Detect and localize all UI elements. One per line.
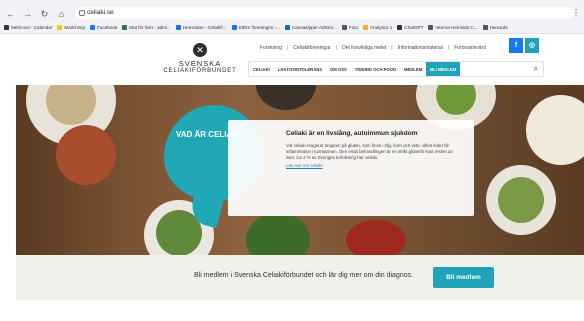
site-info-icon[interactable] [79, 10, 85, 16]
logo-line-1: SVENSKA [178, 59, 222, 68]
bookmark-favicon-icon [90, 25, 96, 30]
bookmarks-bar: Metricool - Calendar Mailchimp Facebook Mat… [0, 22, 584, 33]
herb-decoration [246, 213, 310, 255]
top-link-separator: | [335, 45, 338, 51]
card-text: Vid celiaki reagerar kroppen på gluten, … [286, 143, 453, 160]
search-icon[interactable]: ⌕ [534, 64, 538, 74]
bookmark-favicon-icon [363, 25, 369, 30]
top-link-separator: | [391, 45, 393, 51]
logo-cutlery-icon: ✕ [193, 43, 207, 57]
bookmark-label: Mailchimp [64, 25, 86, 30]
bookmark-item[interactable]: Sthlm föreningen -... [231, 25, 280, 30]
bookmark-favicon-icon [284, 25, 290, 30]
address-bar[interactable]: celiaki.se [75, 7, 575, 19]
hero-info-card: Celiaki är en livslång, autoimmun sjukdo… [228, 120, 474, 216]
top-link[interactable]: Informationsmaterial [398, 45, 443, 51]
main-nav: CELIAKI LAKTOSINTOLERANS OM OSS TIDNING OCH… [248, 61, 544, 77]
instagram-icon[interactable]: ◎ [525, 38, 539, 53]
bookmark-label: Metricool - Calendar [11, 25, 53, 30]
nav-item[interactable]: CELIAKI [249, 62, 274, 76]
bookmark-item[interactable]: Hemsida [482, 25, 508, 30]
hero-banner: VAD ÄR CELIAKI? Celiaki är en livslång, … [16, 85, 584, 255]
bookmark-item[interactable]: Mailchimp [57, 25, 85, 30]
forward-arrow-icon[interactable]: → [21, 8, 34, 21]
bowl-decoration [56, 125, 116, 185]
reload-icon[interactable]: ↻ [38, 8, 51, 21]
membership-cta-band: Bli medlem i Svenska Celiakiförbundet oc… [16, 255, 584, 300]
cta-text: Bli medlem i Svenska Celiakiförbundet oc… [194, 272, 414, 279]
site-logo[interactable]: ✕ SVENSKA CELIAKIFÖRBUNDET [154, 43, 246, 81]
bookmark-favicon-icon [397, 25, 403, 30]
nav-item[interactable]: TIDNING OCH POOD [351, 62, 400, 76]
top-link[interactable]: Det livsviktiga melet [342, 45, 386, 51]
search-box[interactable]: ⌕ [460, 62, 543, 76]
bookmark-favicon-icon [428, 25, 434, 30]
bookmark-label: Foto [348, 25, 359, 30]
nav-item[interactable]: LAKTOSINTOLERANS [274, 62, 326, 76]
bookmark-favicon-icon [175, 25, 181, 30]
bookmark-favicon-icon [4, 25, 9, 30]
back-arrow-icon[interactable]: ← [4, 8, 17, 21]
bookmark-item[interactable]: Interna Hemsida C... [428, 25, 478, 30]
logo-line-2: CELIAKIFÖRBUNDET [163, 68, 237, 74]
right-food-decoration [498, 177, 544, 223]
nav-item[interactable]: BLI MEDLEM [426, 62, 461, 76]
corner-plate-decoration [526, 95, 584, 165]
tomato-decoration [346, 220, 406, 255]
bookmark-favicon-icon [57, 25, 63, 30]
bookmark-label: Analytics 1 [370, 25, 393, 30]
bookmark-label: Facebook [97, 25, 118, 30]
top-link-separator: | [286, 45, 289, 51]
bookmark-item[interactable]: Mat för livet - admi... [122, 25, 171, 30]
bookmark-item[interactable]: Analytics 1 [363, 25, 392, 30]
read-more-link[interactable]: Läs mer om celiaki [286, 163, 462, 168]
bookmark-label: Canvas/pper Admini... [291, 25, 337, 30]
address-url: celiaki.se [87, 9, 114, 16]
top-link[interactable]: Forskning [260, 45, 282, 51]
bookmark-favicon-icon [482, 25, 488, 30]
top-link[interactable]: Celiakiföreningar [293, 45, 331, 51]
bookmark-label: Interna Hemsida C... [435, 25, 478, 30]
home-icon[interactable]: ⌂ [55, 8, 68, 21]
bookmark-label: ChatGPT [404, 25, 424, 30]
bookmark-item[interactable]: ChatGPT [397, 25, 423, 30]
hand-decoration [256, 85, 316, 110]
nav-item[interactable]: MEDLEM [400, 62, 426, 76]
card-heading: Celiaki är en livslång, autoimmun sjukdo… [286, 130, 418, 137]
browser-menu-icon[interactable]: ⋮ [572, 8, 580, 17]
site-header: ✕ SVENSKA CELIAKIFÖRBUNDET Forskning | Cel… [16, 34, 584, 84]
browser-toolbar: ← → ↻ ⌂ celiaki.se ⋮ Metricool - Calenda… [0, 0, 584, 34]
bookmark-item[interactable]: Facebook [90, 25, 117, 30]
become-member-button[interactable]: Bli medlem [433, 267, 494, 288]
top-link[interactable]: Fortsvärlsvärd [454, 45, 486, 51]
top-link-separator: | [447, 45, 450, 51]
bookmark-label: Mat för livet - admi... [129, 25, 171, 30]
bookmark-label: Sthlm föreningen -... [238, 25, 280, 30]
bookmark-item[interactable]: Hemsidan - Celiakif... [175, 25, 227, 30]
main-nav-items: CELIAKI LAKTOSINTOLERANS OM OSS TIDNING OCH… [249, 62, 461, 76]
bookmark-favicon-icon [122, 25, 128, 30]
top-links: Forskning | Celiakiföreningar | Det livsvikt… [260, 45, 486, 51]
bookmark-item[interactable]: Canvas/pper Admini... [284, 25, 337, 30]
page-left-gutter [0, 34, 16, 321]
page-below-fold [16, 300, 584, 321]
nav-item[interactable]: OM OSS [326, 62, 351, 76]
bookmark-favicon-icon [341, 25, 347, 30]
bookmark-label: Hemsidan - Celiakif... [182, 25, 227, 30]
bookmark-item[interactable]: Foto [341, 25, 359, 30]
bookmark-item[interactable]: Metricool - Calendar [4, 25, 52, 30]
bookmark-favicon-icon [231, 25, 237, 30]
facebook-icon[interactable]: f [509, 38, 523, 53]
bookmark-label: Hemsida [489, 25, 508, 30]
